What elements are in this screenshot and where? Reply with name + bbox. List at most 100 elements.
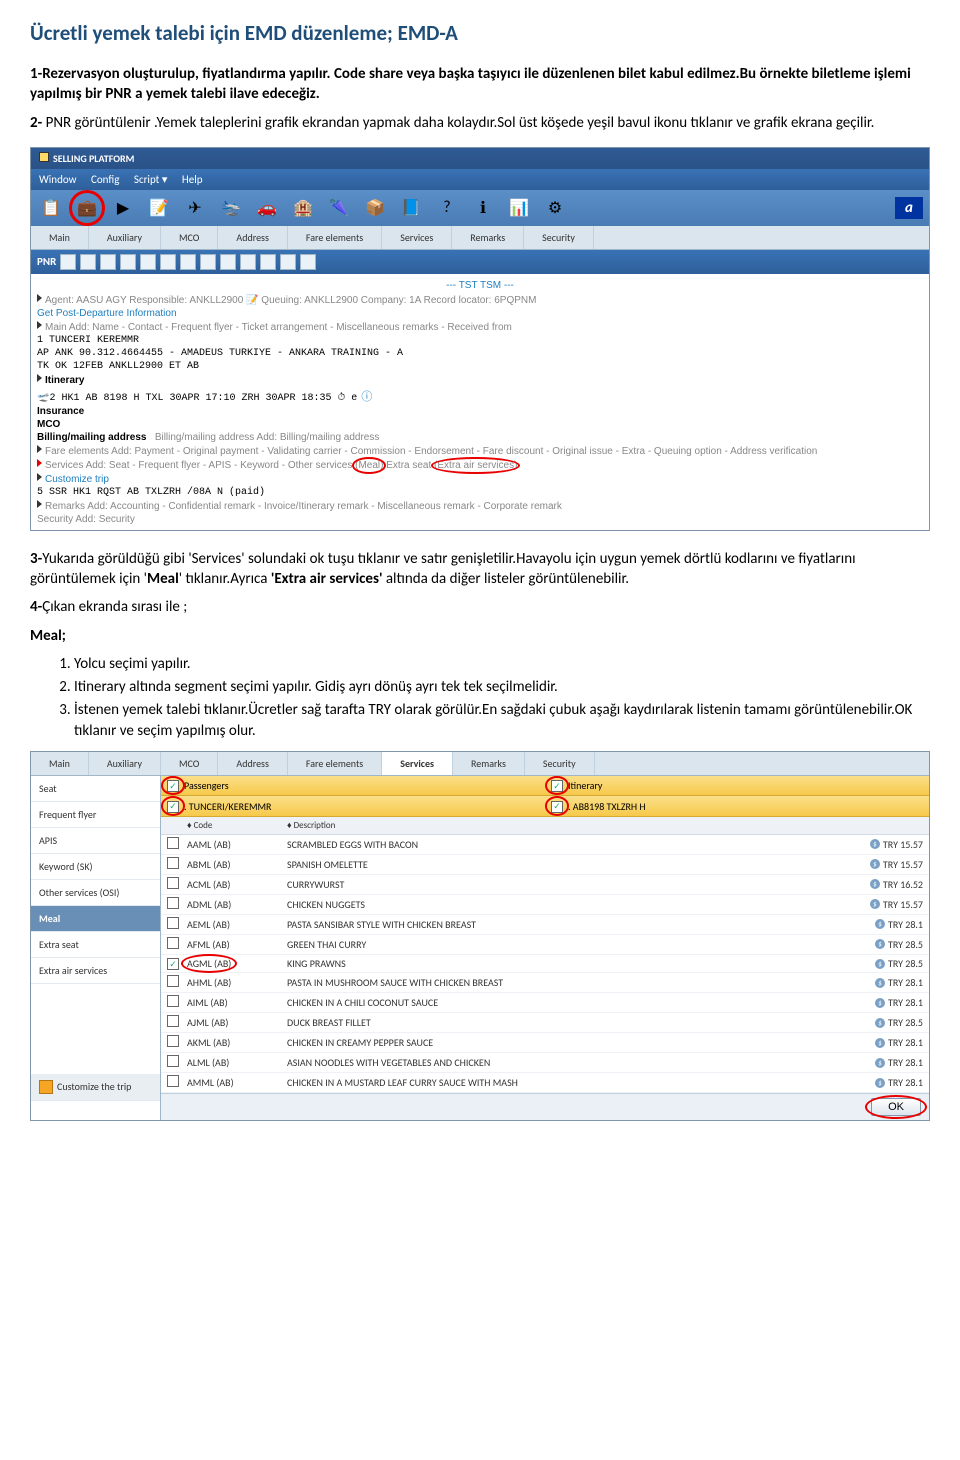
sidebar-item-meal[interactable]: Meal [31,906,160,932]
toolbar-icon[interactable]: 📊 [505,194,533,222]
expand-icon[interactable] [37,374,42,382]
tab-mco[interactable]: MCO [161,226,218,249]
sidebar-item-frequent-flyer[interactable]: Frequent flyer [31,802,160,828]
tab-security[interactable]: Security [525,752,595,775]
meal-row[interactable]: ABML (AB)SPANISH OMELETTE$TRY 15.57 [161,855,929,875]
extra-air-services-link[interactable]: Extra air services [437,460,514,471]
meal-row[interactable]: ALML (AB)ASIAN NOODLES WITH VEGETABLES A… [161,1053,929,1073]
expand-icon[interactable] [37,321,42,329]
pnr-icon[interactable] [220,254,236,270]
toolbar-icon[interactable]: 🛬 [217,194,245,222]
expand-icon[interactable] [37,294,42,302]
tab-services[interactable]: Services [382,752,453,775]
pnr-icon[interactable] [260,254,276,270]
toolbar-icon[interactable]: 🏨 [289,194,317,222]
expand-arrow-services-icon[interactable] [37,459,42,467]
meal-row[interactable]: AAML (AB)SCRAMBLED EGGS WITH BACON$TRY 1… [161,835,929,855]
pax-checkbox[interactable] [167,801,179,813]
expand-icon[interactable] [37,500,42,508]
tab-remarks[interactable]: Remarks [452,226,524,249]
menu-window[interactable]: Window [39,173,77,186]
toolbar-icon[interactable]: 📋 [37,194,65,222]
tab-fare-elements[interactable]: Fare elements [288,752,382,775]
toolbar-icon[interactable]: 📘 [397,194,425,222]
meal-checkbox[interactable] [167,995,179,1007]
sidebar-item-apis[interactable]: APIS [31,828,160,854]
toolbar-icon[interactable]: ? [433,194,461,222]
toolbar-icon[interactable]: ⚙ [541,194,569,222]
pnr-icon[interactable] [160,254,176,270]
meal-checkbox[interactable] [167,1055,179,1067]
meal-row[interactable]: AKML (AB)CHICKEN IN CREAMY PEPPER SAUCE$… [161,1033,929,1053]
tab-address[interactable]: Address [218,752,287,775]
tab-services[interactable]: Services [382,226,452,249]
meal-checkbox[interactable] [167,1075,179,1087]
meal-checkbox[interactable] [167,937,179,949]
meal-checkbox[interactable] [167,1035,179,1047]
sidebar-item-seat[interactable]: Seat [31,776,160,802]
toolbar-icon[interactable]: 📦 [361,194,389,222]
pnr-icon[interactable] [280,254,296,270]
meal-row[interactable]: AEML (AB)PASTA SANSIBAR STYLE WITH CHICK… [161,915,929,935]
ok-button[interactable]: OK [871,1098,921,1116]
tab-auxiliary[interactable]: Auxiliary [89,752,161,775]
expand-icon[interactable] [37,445,42,453]
pnr-icon[interactable] [240,254,256,270]
meal-row[interactable]: ADML (AB)CHICKEN NUGGETS$TRY 15.57 [161,895,929,915]
tab-remarks[interactable]: Remarks [453,752,525,775]
meal-row[interactable]: AIML (AB)CHICKEN IN A CHILI COCONUT SAUC… [161,993,929,1013]
menu-help[interactable]: Help [182,173,203,186]
amadeus-logo: a [895,197,923,219]
meal-checkbox[interactable] [167,837,179,849]
toolbar-icon[interactable]: 🚗 [253,194,281,222]
sidebar-item-osi[interactable]: Other services (OSI) [31,880,160,906]
menu-config[interactable]: Config [91,173,119,186]
meal-link[interactable]: Meal [358,460,380,471]
meal-row[interactable]: AHML (AB)PASTA IN MUSHROOM SAUCE WITH CH… [161,973,929,993]
toolbar-icon[interactable]: 🌂 [325,194,353,222]
pnr-icon[interactable] [60,254,76,270]
pnr-icon[interactable] [180,254,196,270]
expand-icon[interactable] [37,473,42,481]
sidebar-item-extra-seat[interactable]: Extra seat [31,932,160,958]
meal-checkbox[interactable] [167,857,179,869]
tab-mco[interactable]: MCO [161,752,218,775]
tab-main[interactable]: Main [31,752,89,775]
meal-row[interactable]: ACML (AB)CURRYWURST$TRY 16.52 [161,875,929,895]
itinerary-checkbox[interactable] [551,780,563,792]
tab-address[interactable]: Address [218,226,287,249]
meal-row[interactable]: AGML (AB)KING PRAWNS$TRY 28.5 [161,955,929,974]
pnr-icon[interactable] [200,254,216,270]
sidebar-item-extra-air[interactable]: Extra air services [31,958,160,984]
meal-checkbox[interactable] [167,1015,179,1027]
meal-row[interactable]: AMML (AB)CHICKEN IN A MUSTARD LEAF CURRY… [161,1073,929,1093]
meal-checkbox[interactable] [167,958,179,970]
info-icon[interactable]: ⓘ [361,388,372,404]
pnr-icon[interactable] [100,254,116,270]
meal-checkbox[interactable] [167,975,179,987]
menu-script[interactable]: Script ▾ [134,173,168,186]
pnr-icon[interactable] [140,254,156,270]
tab-main[interactable]: Main [31,226,89,249]
customize-trip-button[interactable]: Customize the trip [31,1074,160,1101]
toolbar-icon[interactable]: ▶ [109,194,137,222]
tab-auxiliary[interactable]: Auxiliary [89,226,161,249]
pnr-icon[interactable] [120,254,136,270]
meal-checkbox[interactable] [167,917,179,929]
meal-row[interactable]: AFML (AB)GREEN THAI CURRY$TRY 28.5 [161,935,929,955]
meal-checkbox[interactable] [167,877,179,889]
toolbar-icon[interactable]: ℹ [469,194,497,222]
pnr-icon[interactable] [80,254,96,270]
toolbar-icon[interactable]: 📝 [145,194,173,222]
meal-row[interactable]: AJML (AB)DUCK BREAST FILLET$TRY 28.5 [161,1013,929,1033]
tab-fare-elements[interactable]: Fare elements [288,226,382,249]
pnr-icon[interactable] [300,254,316,270]
get-post-departure-link[interactable]: Get Post-Departure Information [37,307,923,320]
toolbar-icon[interactable]: ✈ [181,194,209,222]
segment-checkbox[interactable] [551,801,563,813]
tab-security[interactable]: Security [524,226,594,249]
meal-checkbox[interactable] [167,897,179,909]
suitcase-icon[interactable]: 💼 [73,194,101,222]
passengers-checkbox[interactable] [167,780,179,792]
sidebar-item-keyword[interactable]: Keyword (SK) [31,854,160,880]
